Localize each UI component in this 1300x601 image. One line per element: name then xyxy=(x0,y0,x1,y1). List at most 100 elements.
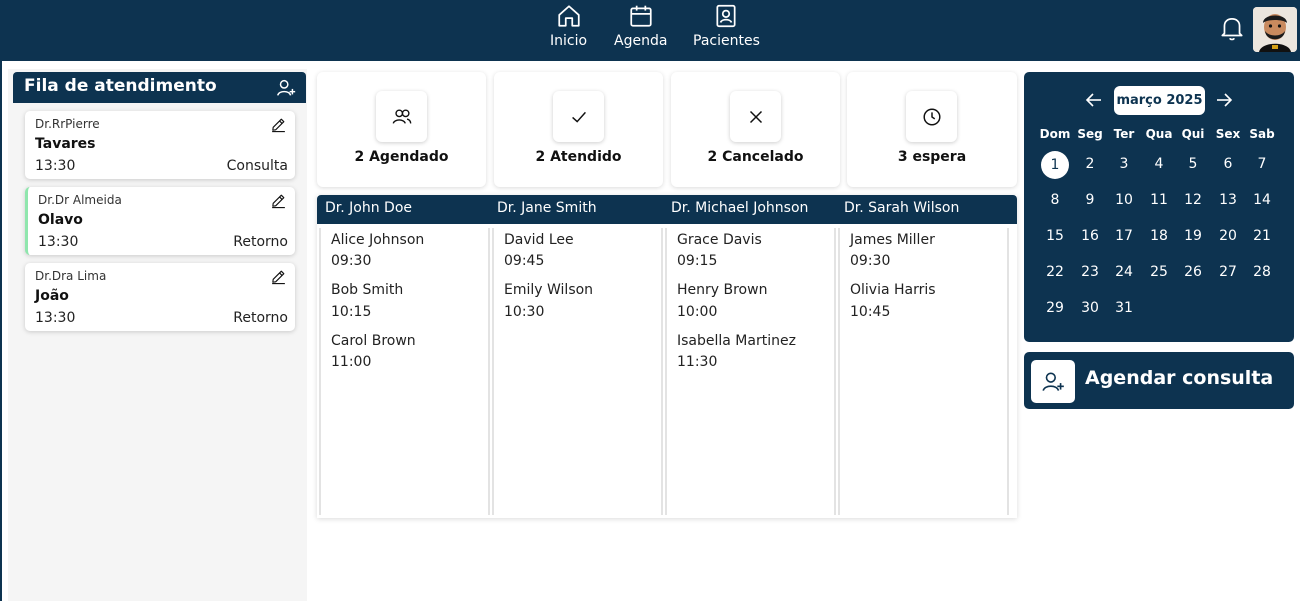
calendar-day[interactable]: 21 xyxy=(1248,222,1276,250)
doctor-column: Alice Johnson 09:30 Bob Smith 10:15 Caro… xyxy=(319,228,490,515)
bell-icon[interactable] xyxy=(1219,14,1245,42)
calendar-day-selected[interactable]: 1 xyxy=(1041,151,1069,179)
appointment-patient[interactable]: James Miller xyxy=(850,232,935,248)
stat-icon-box xyxy=(553,91,604,142)
nav-item-pacientes[interactable]: Pacientes xyxy=(693,3,760,49)
queue-doctor: Dr.Dr Almeida xyxy=(38,193,122,207)
queue-patient: João xyxy=(35,288,69,304)
appointment-patient[interactable]: Isabella Martinez xyxy=(677,333,796,349)
calendar-day[interactable]: 18 xyxy=(1145,222,1173,250)
appointment-time: 09:30 xyxy=(331,253,372,269)
calendar-day[interactable]: 14 xyxy=(1248,186,1276,214)
calendar-day[interactable]: 24 xyxy=(1110,258,1138,286)
weekday-label: Seg xyxy=(1077,127,1103,141)
appointment-patient[interactable]: Bob Smith xyxy=(331,282,403,298)
nav-item-agenda[interactable]: Agenda xyxy=(614,3,667,49)
calendar-day[interactable]: 20 xyxy=(1214,222,1242,250)
calendar-day[interactable]: 23 xyxy=(1076,258,1104,286)
stat-icon-box xyxy=(730,91,781,142)
schedule-header: Dr. John Doe Dr. Jane Smith Dr. Michael … xyxy=(317,195,1017,224)
queue-header: Fila de atendimento xyxy=(13,72,306,103)
schedule-appointment-button[interactable]: Agendar consulta xyxy=(1024,352,1294,409)
doctor-name: Dr. Jane Smith xyxy=(497,200,597,216)
calendar-day[interactable]: 11 xyxy=(1145,186,1173,214)
queue-card[interactable]: Dr.Dr Almeida Olavo 13:30 Retorno xyxy=(25,187,295,255)
stat-card-agendado[interactable]: 2 Agendado xyxy=(317,72,486,187)
doctor-name: Dr. Michael Johnson xyxy=(671,200,809,216)
appointment-time: 10:15 xyxy=(331,304,372,320)
avatar[interactable] xyxy=(1253,7,1297,52)
queue-patient: Tavares xyxy=(35,136,96,152)
check-icon xyxy=(571,111,586,123)
stat-card-espera[interactable]: 3 espera xyxy=(847,72,1017,187)
appointment-time: 10:00 xyxy=(677,304,718,320)
nav-item-label: Agenda xyxy=(614,33,668,49)
calendar-day[interactable]: 15 xyxy=(1041,222,1069,250)
nav-item-label: Inicio xyxy=(550,33,588,49)
calendar-day[interactable]: 8 xyxy=(1041,186,1069,214)
weekday-label: Ter xyxy=(1113,127,1135,141)
calendar-day[interactable]: 16 xyxy=(1076,222,1104,250)
arrow-right-icon[interactable] xyxy=(1214,91,1234,109)
nav-item-inicio[interactable]: Inicio xyxy=(550,3,587,49)
stat-label: 3 espera xyxy=(897,149,967,165)
appointment-patient[interactable]: Henry Brown xyxy=(677,282,767,298)
calendar-day[interactable]: 26 xyxy=(1179,258,1207,286)
calendar-day[interactable]: 27 xyxy=(1214,258,1242,286)
calendar-month-label[interactable]: março 2025 xyxy=(1114,86,1205,115)
queue-type: Retorno xyxy=(233,234,288,250)
add-user-icon[interactable] xyxy=(275,77,297,99)
calendar-day[interactable]: 13 xyxy=(1214,186,1242,214)
calendar-day[interactable]: 3 xyxy=(1110,150,1138,178)
doctor-name: Dr. John Doe xyxy=(325,200,413,216)
calendar-day[interactable]: 4 xyxy=(1145,150,1173,178)
appointment-patient[interactable]: Emily Wilson xyxy=(504,282,593,298)
appointment-patient[interactable]: Olivia Harris xyxy=(850,282,936,298)
calendar-day[interactable]: 7 xyxy=(1248,150,1276,178)
stat-card-cancelado[interactable]: 2 Cancelado xyxy=(671,72,840,187)
calendar-day[interactable]: 28 xyxy=(1248,258,1276,286)
calendar-day[interactable]: 12 xyxy=(1179,186,1207,214)
stat-label: 2 Agendado xyxy=(354,149,449,165)
calendar-day[interactable]: 22 xyxy=(1041,258,1069,286)
doctor-column: James Miller 09:30 Olivia Harris 10:45 xyxy=(838,228,1009,515)
add-user-icon xyxy=(1042,372,1064,391)
users-icon xyxy=(392,108,411,124)
calendar-icon xyxy=(630,5,652,27)
queue-card[interactable]: Dr.RrPierre Tavares 13:30 Consulta xyxy=(25,111,295,179)
calendar-day[interactable]: 25 xyxy=(1145,258,1173,286)
appointment-patient[interactable]: Carol Brown xyxy=(331,333,416,349)
appointment-patient[interactable]: David Lee xyxy=(504,232,574,248)
nav-item-label: Pacientes xyxy=(693,33,760,49)
stat-label: 2 Atendido xyxy=(535,149,622,165)
appointment-patient[interactable]: Alice Johnson xyxy=(331,232,424,248)
edit-icon[interactable] xyxy=(270,268,287,285)
stat-card-atendido[interactable]: 2 Atendido xyxy=(494,72,663,187)
book-icon-box xyxy=(1031,360,1075,403)
arrow-left-icon[interactable] xyxy=(1084,91,1104,109)
month-calendar: março 2025 Dom Seg Ter Qua Qui Sex Sab 1… xyxy=(1024,72,1294,342)
schedule-appointment-label: Agendar consulta xyxy=(1085,367,1274,389)
calendar-day[interactable]: 31 xyxy=(1110,294,1138,322)
queue-title: Fila de atendimento xyxy=(24,76,217,96)
appointment-time: 09:45 xyxy=(504,253,545,269)
queue-time: 13:30 xyxy=(35,158,76,174)
calendar-day[interactable]: 30 xyxy=(1076,294,1104,322)
calendar-day[interactable]: 17 xyxy=(1110,222,1138,250)
doctor-column: David Lee 09:45 Emily Wilson 10:30 xyxy=(492,228,663,515)
appointment-patient[interactable]: Grace Davis xyxy=(677,232,762,248)
calendar-day[interactable]: 29 xyxy=(1041,294,1069,322)
calendar-day[interactable]: 19 xyxy=(1179,222,1207,250)
calendar-day[interactable]: 6 xyxy=(1214,150,1242,178)
queue-card[interactable]: Dr.Dra Lima João 13:30 Retorno xyxy=(25,263,295,331)
home-icon xyxy=(557,5,580,27)
calendar-day[interactable]: 10 xyxy=(1110,186,1138,214)
weekday-label: Dom xyxy=(1039,127,1071,141)
calendar-day[interactable]: 5 xyxy=(1179,150,1207,178)
calendar-day[interactable]: 2 xyxy=(1076,150,1104,178)
edit-icon[interactable] xyxy=(270,116,287,133)
calendar-day[interactable]: 9 xyxy=(1076,186,1104,214)
queue-type: Consulta xyxy=(226,158,288,174)
edit-icon[interactable] xyxy=(270,192,287,209)
stat-icon-box xyxy=(376,91,427,142)
